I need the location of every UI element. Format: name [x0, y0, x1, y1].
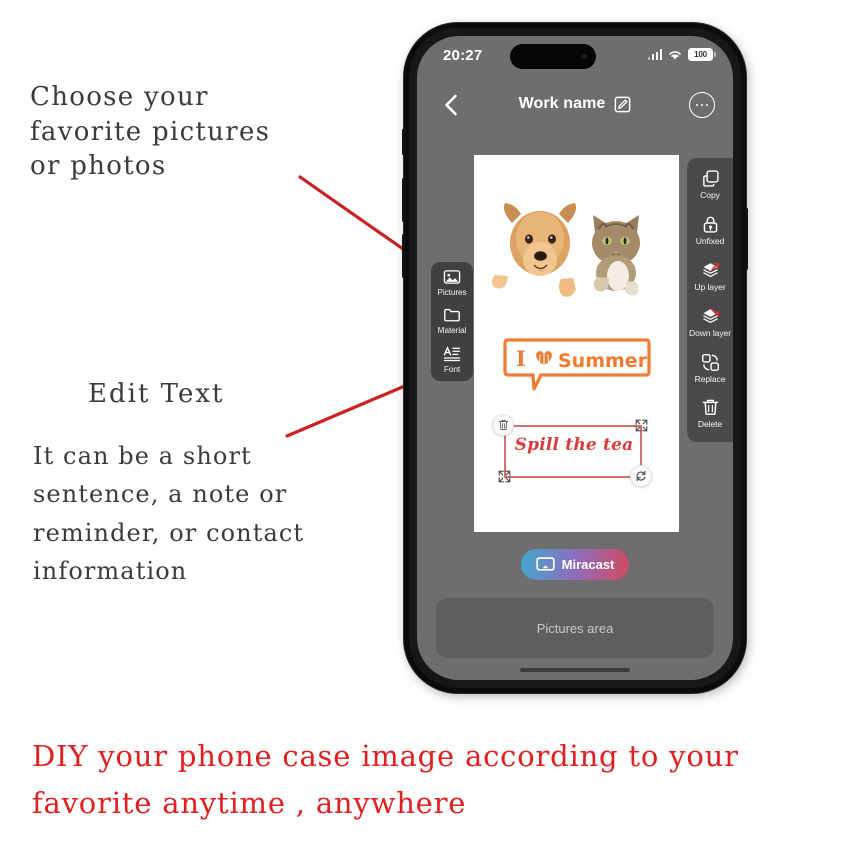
selected-text-value: Spill the tea: [514, 435, 634, 455]
annotation-bottom-tagline: DIY your phone case image according to y…: [32, 739, 739, 820]
tool-label: Delete: [697, 419, 723, 430]
status-indicators: 100: [647, 48, 716, 61]
delete-handle-button[interactable]: [492, 414, 514, 436]
right-tool-rail: Copy Unfixed Up layer Down layer Replace…: [687, 158, 733, 443]
layer-up-icon: [702, 262, 719, 277]
sidebar-item-label: Material: [437, 325, 467, 336]
dynamic-island: [510, 44, 596, 69]
battery-level: 100: [694, 50, 707, 59]
miracast-button[interactable]: Miracast: [521, 549, 629, 580]
battery-icon: 100: [688, 48, 716, 61]
silent-switch[interactable]: [402, 129, 405, 155]
copy-duplicate-icon: [702, 170, 719, 187]
sidebar-item-material[interactable]: Material: [431, 306, 473, 335]
design-canvas[interactable]: I Summer Spill the tea: [474, 155, 679, 532]
front-camera-icon: [582, 54, 587, 59]
tool-label: Up layer: [694, 281, 726, 292]
pictures-area-panel[interactable]: Pictures area: [436, 598, 714, 658]
tool-label: Copy: [700, 190, 720, 200]
nav-title-group: Work name: [417, 95, 733, 113]
cast-screen-icon: [535, 556, 555, 571]
nav-bar: Work name: [417, 84, 733, 128]
miracast-label: Miracast: [561, 557, 615, 572]
edit-pencil-square-icon[interactable]: [614, 96, 631, 113]
tool-label: Unfixed: [695, 235, 725, 246]
replace-swap-icon: [701, 353, 719, 371]
tool-delete[interactable]: Delete: [687, 398, 733, 430]
power-button[interactable]: [745, 208, 748, 270]
unlock-padlock-icon: [703, 216, 717, 233]
layer-down-icon: [702, 308, 719, 323]
dog-and-cat-photo[interactable]: [477, 181, 677, 303]
annotation-edit-text-body: It can be a short sentence, a note or re…: [33, 442, 305, 586]
sticker-text: Summer: [558, 350, 648, 372]
tool-label: Down layer: [689, 327, 731, 338]
phone-screen: 20:27 100 Work name I Summer Spill the t…: [417, 36, 733, 680]
tool-label: Replace: [694, 373, 726, 384]
resize-handle-icon: [498, 470, 510, 482]
selection-border-bottom: [504, 476, 641, 478]
sidebar-item-pictures[interactable]: Pictures: [431, 268, 473, 297]
annotation-edit-text-title: Edit Text: [88, 379, 225, 409]
more-options-icon[interactable]: [689, 92, 715, 118]
tool-down-layer[interactable]: Down layer: [687, 307, 733, 339]
annotation-choose-pictures: Choose your favorite pictures or photos: [30, 82, 271, 182]
tool-copy[interactable]: Copy: [687, 169, 733, 201]
wifi-icon: [669, 50, 681, 59]
sidebar-item-label: Pictures: [437, 287, 467, 297]
phone-device: 20:27 100 Work name I Summer Spill the t…: [402, 23, 748, 693]
sidebar-item-label: Font: [443, 363, 461, 374]
volume-up-button[interactable]: [402, 178, 405, 222]
trash-handle-icon: [498, 419, 508, 431]
tool-unfixed[interactable]: Unfixed: [687, 215, 733, 247]
cellular-signal-icon: [647, 49, 662, 60]
status-bar: 20:27 100: [417, 36, 733, 78]
home-indicator[interactable]: [520, 668, 630, 672]
font-text-icon: [443, 345, 461, 361]
screenshot-root: Choose your favorite pictures or photos …: [0, 0, 850, 850]
tool-up-layer[interactable]: Up layer: [687, 261, 733, 293]
heart-icon: [536, 351, 552, 365]
resize-handle-icon: [635, 419, 647, 431]
left-tool-rail: Pictures Material Font: [431, 262, 473, 381]
selection-border-top: [504, 425, 641, 427]
rotate-handle-icon: [636, 470, 646, 482]
sticker-prefix: I: [516, 346, 526, 371]
status-time: 20:27: [443, 47, 483, 64]
selected-text-element[interactable]: Spill the tea: [492, 414, 653, 487]
page-title: Work name: [518, 95, 606, 112]
resize-handle-top-right[interactable]: [630, 414, 652, 436]
summer-sticker[interactable]: I Summer: [500, 337, 655, 392]
pictures-area-label: Pictures area: [536, 620, 614, 636]
trash-delete-icon: [702, 400, 718, 416]
sidebar-item-font[interactable]: Font: [431, 345, 473, 374]
folder-material-icon: [444, 309, 460, 322]
rotate-handle-button[interactable]: [630, 465, 652, 487]
picture-image-icon: [443, 270, 461, 284]
tool-replace[interactable]: Replace: [687, 353, 733, 385]
volume-down-button[interactable]: [402, 234, 405, 278]
resize-handle-bottom-left[interactable]: [493, 465, 515, 487]
